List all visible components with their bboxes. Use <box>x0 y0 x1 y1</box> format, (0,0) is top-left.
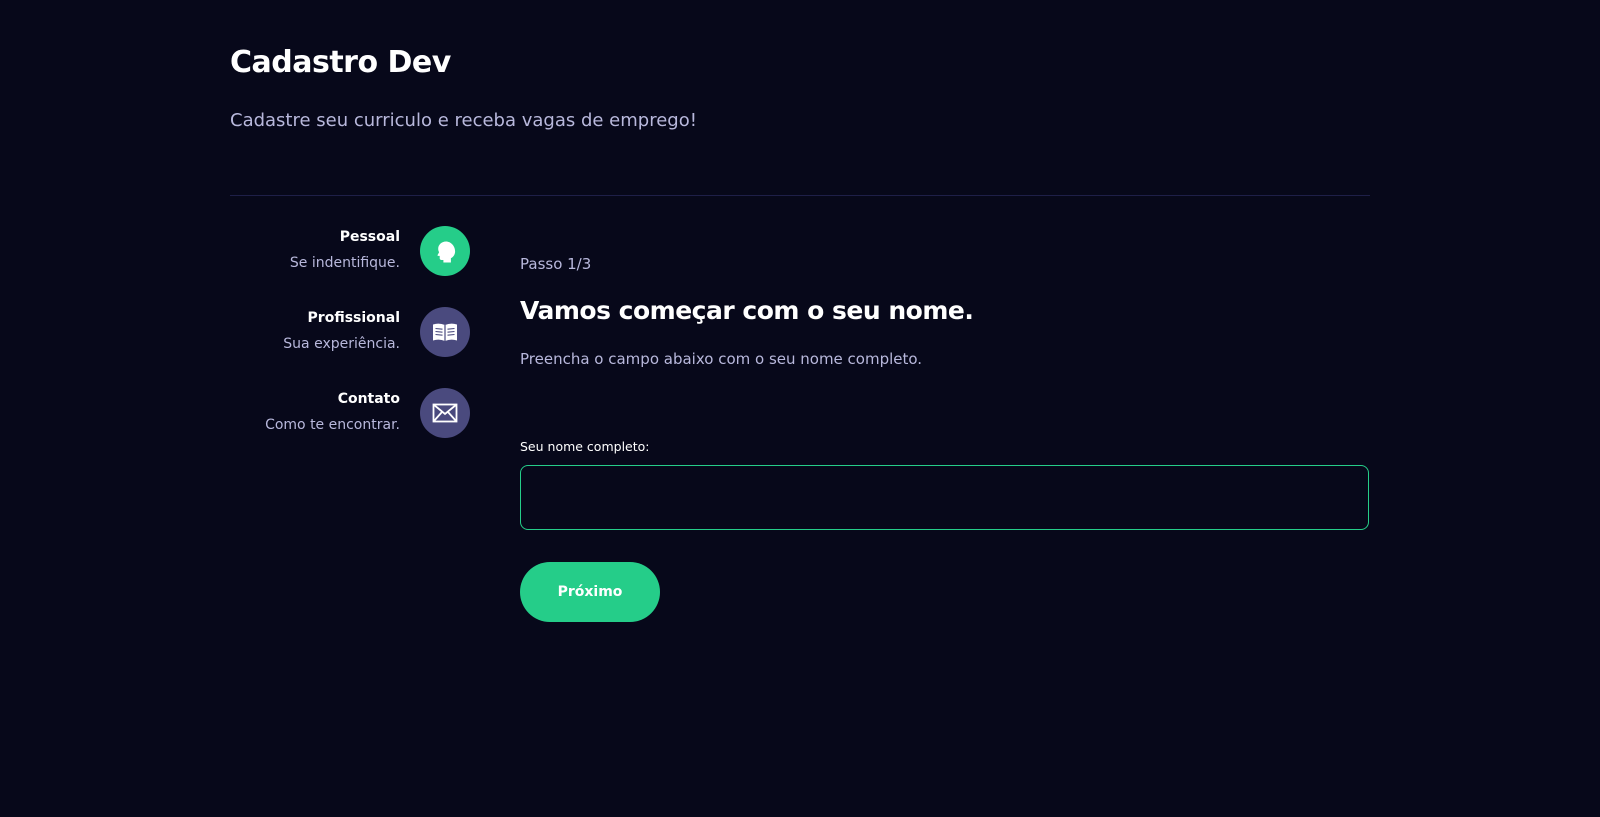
step-text: Pessoal Se indentifique. <box>290 227 400 273</box>
page: Cadastro Dev Cadastre seu curriculo e re… <box>0 0 1600 817</box>
steps-sidebar: Pessoal Se indentifique. Profissional Su… <box>230 226 470 469</box>
step-description: Sua experiência. <box>283 336 400 352</box>
step-title: Pessoal <box>339 229 400 245</box>
step-title: Contato <box>337 391 400 407</box>
header-divider <box>230 195 1370 196</box>
step-text: Profissional Sua experiência. <box>283 308 400 354</box>
step-text: Contato Como te encontrar. <box>265 389 400 435</box>
step-title: Profissional <box>307 310 400 326</box>
name-field-label: Seu nome completo: <box>520 439 650 454</box>
form-title: Vamos começar com o seu nome. <box>520 296 974 325</box>
form-description: Preencha o campo abaixo com o seu nome c… <box>520 350 923 368</box>
mail-icon <box>420 388 470 438</box>
app-subtitle: Cadastre seu curriculo e receba vagas de… <box>230 110 697 131</box>
full-name-input[interactable] <box>520 465 1369 530</box>
step-description: Como te encontrar. <box>265 417 400 433</box>
step-description: Se indentifique. <box>289 255 400 271</box>
step-counter: Passo 1/3 <box>520 255 592 273</box>
step-contato[interactable]: Contato Como te encontrar. <box>230 388 470 438</box>
next-button[interactable]: Próximo <box>520 562 660 622</box>
step-profissional[interactable]: Profissional Sua experiência. <box>230 307 470 357</box>
app-title: Cadastro Dev <box>230 45 451 80</box>
step-pessoal[interactable]: Pessoal Se indentifique. <box>230 226 470 276</box>
book-icon <box>420 307 470 357</box>
profile-head-icon <box>420 226 470 276</box>
